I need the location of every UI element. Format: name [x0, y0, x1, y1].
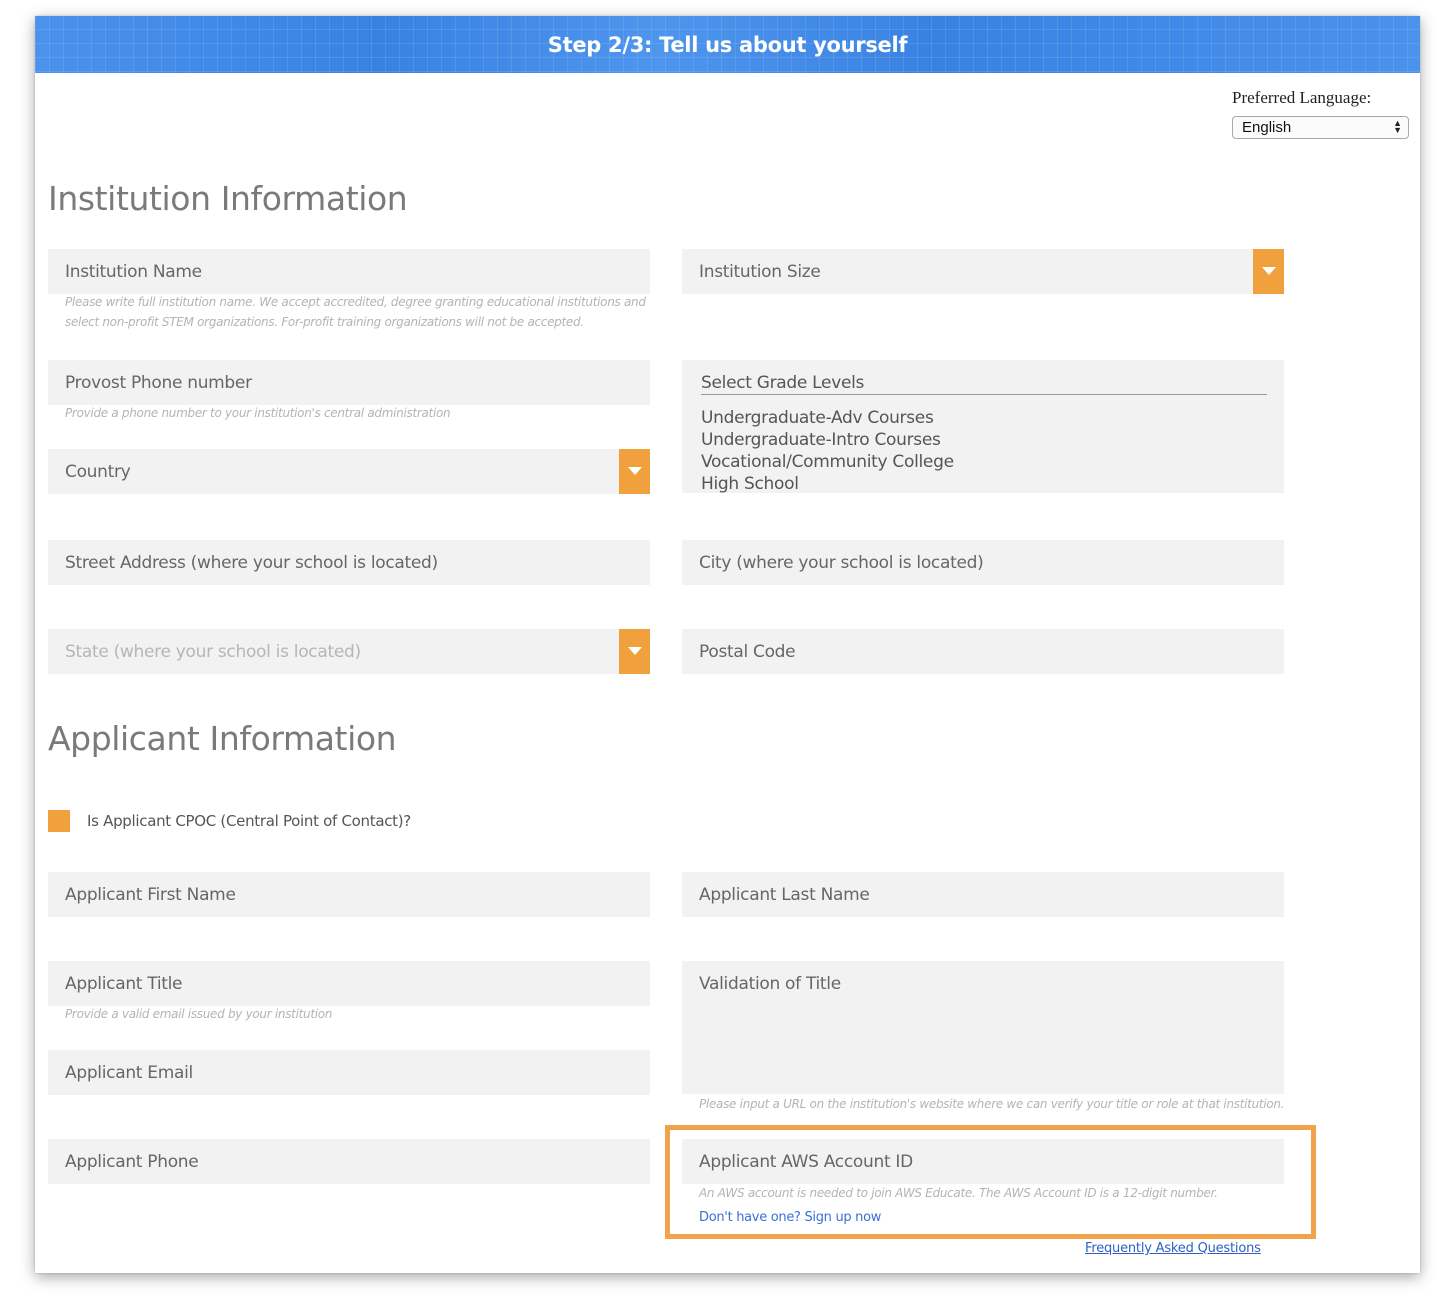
grade-levels-multiselect[interactable]: Select Grade Levels Undergraduate-Adv Co… [682, 360, 1284, 495]
institution-heading: Institution Information [48, 179, 408, 218]
provost-phone-field[interactable]: Provost Phone number [48, 360, 650, 405]
select-arrows-icon: ▲ ▼ [1393, 118, 1402, 135]
state-select[interactable]: State (where your school is located) [48, 629, 650, 674]
provost-phone-label: Provost Phone number [65, 373, 252, 393]
applicant-phone-label: Applicant Phone [65, 1152, 199, 1172]
grade-option[interactable]: Undergraduate-Intro Courses [701, 429, 954, 451]
postal-code-field[interactable]: Postal Code [682, 629, 1284, 674]
chevron-down-icon [619, 629, 650, 674]
preferred-language-label: Preferred Language: [1232, 88, 1372, 107]
grade-option[interactable]: Undergraduate-Adv Courses [701, 407, 954, 429]
institution-name-field[interactable]: Institution Name [48, 249, 650, 294]
step-banner: Step 2/3: Tell us about yourself [35, 16, 1420, 73]
validation-of-title-label: Validation of Title [699, 974, 841, 994]
state-label: State (where your school is located) [65, 642, 361, 662]
institution-name-hint-2: select non-profit STEM organizations. Fo… [65, 315, 584, 329]
country-label: Country [65, 462, 131, 482]
step-title: Step 2/3: Tell us about yourself [547, 33, 908, 57]
institution-size-label: Institution Size [699, 262, 821, 282]
highlight-box [665, 1125, 1316, 1239]
language-select[interactable]: English ▲ ▼ [1232, 116, 1409, 139]
grade-levels-options: Undergraduate-Adv Courses Undergraduate-… [701, 407, 954, 495]
language-selected-value: English [1242, 119, 1292, 136]
validation-of-title-textarea[interactable]: Validation of Title [682, 961, 1284, 1094]
applicant-heading: Applicant Information [48, 719, 397, 758]
street-address-field[interactable]: Street Address (where your school is loc… [48, 540, 650, 585]
registration-window: Step 2/3: Tell us about yourself Preferr… [35, 16, 1420, 1273]
grade-option[interactable]: High School [701, 473, 954, 495]
grade-option[interactable]: Vocational/Community College [701, 451, 954, 473]
provost-phone-hint: Provide a phone number to your instituti… [65, 406, 451, 420]
grade-levels-title: Select Grade Levels [701, 373, 1267, 395]
applicant-phone-field[interactable]: Applicant Phone [48, 1139, 650, 1184]
institution-name-hint-1: Please write full institution name. We a… [65, 295, 646, 309]
postal-code-label: Postal Code [699, 642, 796, 662]
validation-hint: Please input a URL on the institution's … [699, 1097, 1285, 1111]
cpoc-label: Is Applicant CPOC (Central Point of Cont… [87, 812, 411, 830]
country-select[interactable]: Country [48, 449, 650, 494]
applicant-title-label: Applicant Title [65, 974, 183, 994]
chevron-down-icon [1253, 249, 1284, 294]
applicant-email-label: Applicant Email [65, 1063, 193, 1083]
cpoc-checkbox[interactable] [48, 810, 70, 832]
city-label: City (where your school is located) [699, 553, 984, 573]
applicant-title-field[interactable]: Applicant Title [48, 961, 650, 1006]
first-name-field[interactable]: Applicant First Name [48, 872, 650, 917]
street-address-label: Street Address (where your school is loc… [65, 553, 438, 573]
chevron-down-icon [619, 449, 650, 494]
applicant-email-field[interactable]: Applicant Email [48, 1050, 650, 1095]
institution-name-label: Institution Name [65, 262, 202, 282]
city-field[interactable]: City (where your school is located) [682, 540, 1284, 585]
last-name-field[interactable]: Applicant Last Name [682, 872, 1284, 917]
last-name-label: Applicant Last Name [699, 885, 870, 905]
first-name-label: Applicant First Name [65, 885, 236, 905]
applicant-title-hint: Provide a valid email issued by your ins… [65, 1007, 333, 1021]
faq-link[interactable]: Frequently Asked Questions [1085, 1241, 1261, 1256]
institution-size-select[interactable]: Institution Size [682, 249, 1284, 294]
